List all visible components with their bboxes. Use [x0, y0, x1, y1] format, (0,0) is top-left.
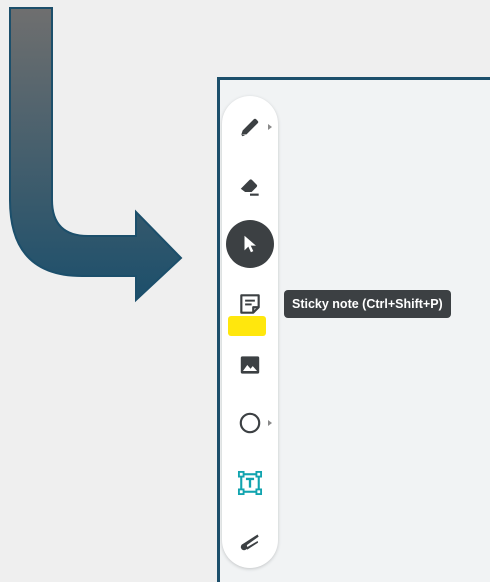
pen-icon [241, 118, 259, 137]
image-tool-button[interactable] [226, 341, 274, 389]
eraser-icon [240, 179, 259, 196]
circle-icon [239, 412, 261, 434]
pointer-arrow-graphic [0, 0, 190, 310]
shape-tool-button[interactable] [226, 399, 274, 447]
cursor-arrow-icon [244, 235, 256, 253]
text-box-icon [237, 470, 263, 496]
chevron-right-icon [268, 124, 272, 130]
sticky-note-tooltip: Sticky note (Ctrl+Shift+P) [284, 290, 451, 318]
select-tool-button[interactable] [226, 220, 274, 268]
laser-icon [240, 534, 259, 551]
eraser-tool-button[interactable] [226, 162, 274, 210]
pen-tool-button[interactable] [226, 103, 274, 151]
text-box-tool-button[interactable] [226, 459, 274, 507]
highlight-mark [228, 316, 266, 336]
curved-arrow-icon [9, 7, 183, 303]
image-icon [240, 356, 260, 374]
laser-tool-button[interactable] [226, 517, 274, 565]
sticky-note-icon [240, 294, 260, 314]
chevron-right-icon [268, 420, 272, 426]
